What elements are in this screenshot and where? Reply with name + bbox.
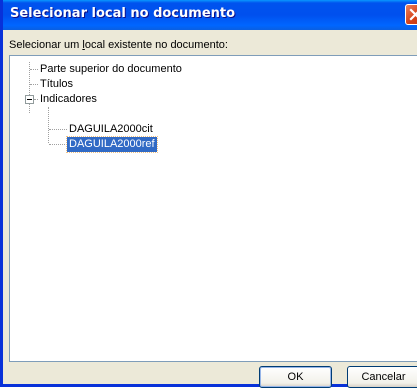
tree-item-bookmark-selected[interactable]: DAGUILA2000ref: [66, 136, 158, 153]
prompt-text-end: ocal existente no documento:: [84, 39, 228, 51]
prompt-label: Selecionar um local existente no documen…: [9, 39, 228, 51]
ok-button[interactable]: OK: [259, 366, 332, 388]
close-button[interactable]: [405, 4, 417, 25]
tree-connector: [30, 84, 38, 85]
tree-connector: [49, 129, 67, 130]
tree-connector: [49, 144, 67, 145]
collapse-icon[interactable]: [25, 95, 34, 104]
prompt-text-start: Selecionar um: [9, 39, 83, 51]
title-bar[interactable]: Selecionar local no documento: [3, 0, 417, 30]
cancel-button[interactable]: Cancelar: [347, 366, 417, 388]
dialog-window: Selecionar local no documento Selecionar…: [0, 0, 417, 388]
tree-connector: [48, 107, 49, 143]
tree-item-headings[interactable]: Títulos: [38, 77, 75, 92]
close-icon: [409, 8, 417, 21]
dialog-title: Selecionar local no documento: [10, 6, 236, 21]
tree-item-bookmark[interactable]: DAGUILA2000cit: [67, 122, 155, 137]
tree-item-top-of-document[interactable]: Parte superior do documento: [38, 62, 184, 77]
location-tree[interactable]: Parte superior do documento Títulos Indi…: [9, 55, 417, 362]
tree-connector: [30, 69, 38, 70]
tree-item-bookmarks[interactable]: Indicadores: [38, 92, 99, 107]
